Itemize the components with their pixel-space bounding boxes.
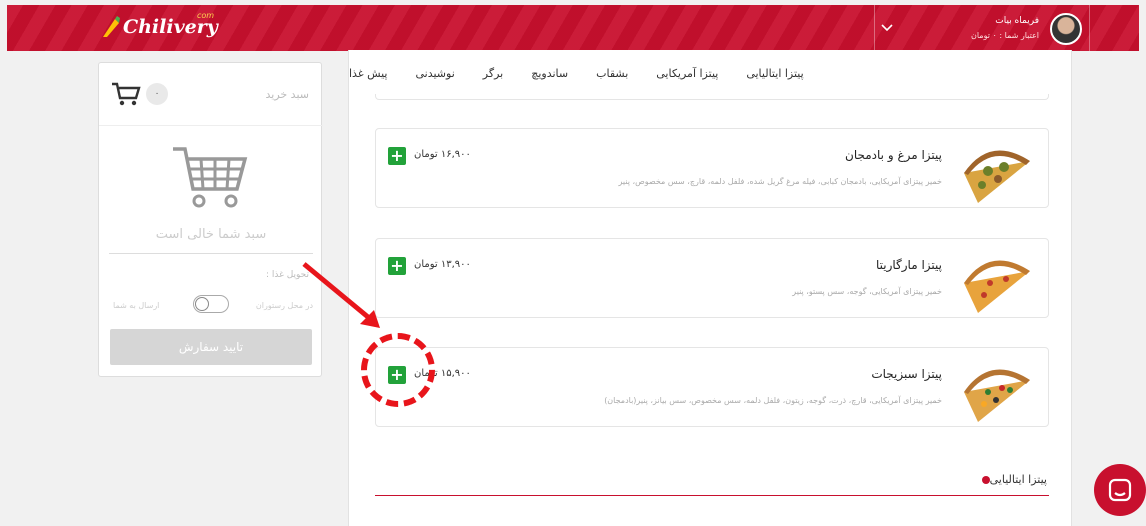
menu-panel: پیش غذا نوشیدنی برگر ساندویچ بشقاب پیتزا… <box>348 50 1072 526</box>
user-credit: اعتبار شما : ۰ تومان <box>970 31 1039 40</box>
logo-sup: com <box>197 11 215 20</box>
bullet-dot-icon <box>981 476 990 484</box>
delivery-toggle[interactable] <box>193 295 229 313</box>
menu-item-price: ۱۶,۹۰۰ تومان <box>414 149 471 160</box>
category-nav: پیش غذا نوشیدنی برگر ساندویچ بشقاب پیتزا… <box>349 50 1073 96</box>
menu-item-name: پیتزا مرغ و بادمجان <box>845 148 942 162</box>
nav-item-plate[interactable]: بشقاب <box>596 67 628 80</box>
nav-item-burger[interactable]: برگر <box>483 67 503 80</box>
top-header: Chilivery com فریماه بیات اعتبار شما : ۰… <box>7 5 1139 51</box>
menu-item-card: پیتزا سبزیجات خمیر پیتزای آمریکایی، قارچ… <box>375 347 1049 427</box>
toggle-knob <box>195 297 209 311</box>
cart-empty-message: سبد شما خالی است <box>155 227 267 242</box>
menu-item-desc: خمیر پیتزای آمریکایی، قارچ، ذرت، گوجه، ز… <box>604 396 942 405</box>
empty-cart-icon <box>173 147 248 208</box>
chili-logo-icon <box>103 16 120 37</box>
menu-item-desc: خمیر پیتزای آمریکایی، گوجه، سس پستو، پنی… <box>792 287 942 296</box>
divider <box>109 253 313 254</box>
chat-icon <box>1108 478 1132 502</box>
chat-button[interactable] <box>1094 464 1146 516</box>
add-to-cart-button[interactable]: + <box>388 147 406 165</box>
menu-item-name: پیتزا مارگاریتا <box>875 258 942 272</box>
menu-item-card: پیتزا مرغ و بادمجان خمیر پیتزای آمریکایی… <box>375 128 1049 208</box>
nav-item-drinks[interactable]: نوشیدنی <box>415 67 454 80</box>
cart-panel: ۰ سبد خرید سبد شما خالی است تحویل غذا : … <box>98 62 323 377</box>
nav-item-sandwich[interactable]: ساندویچ <box>531 67 568 80</box>
section-divider <box>375 495 1049 496</box>
add-to-cart-button[interactable]: + <box>388 257 406 275</box>
confirm-order-button[interactable]: تایید سفارش <box>110 329 312 365</box>
option-send-label: ارسال به شما <box>113 301 160 310</box>
cart-title: سبد خرید <box>265 88 309 101</box>
cart-icon[interactable] <box>111 81 141 107</box>
section-title-text: پیتزا ایتالیایی <box>989 473 1047 486</box>
pizza-image <box>964 150 1030 203</box>
menu-item-price: ۱۳,۹۰۰ تومان <box>414 259 471 270</box>
pizza-image <box>964 260 1030 313</box>
annotation-highlight-circle <box>361 333 435 407</box>
user-name[interactable]: فریماه بیات <box>995 16 1039 26</box>
logo[interactable]: Chilivery com <box>99 11 218 39</box>
header-divider <box>1089 5 1090 51</box>
section-heading: پیتزا ایتالیایی <box>974 473 1047 486</box>
pizza-image <box>964 369 1030 422</box>
menu-card-previous <box>375 94 1049 100</box>
nav-item-italian-pizza[interactable]: پیتزا ایتالیایی <box>746 67 803 80</box>
nav-item-appetizer[interactable]: پیش غذا <box>349 67 387 80</box>
header-divider <box>874 5 875 51</box>
annotation-arrow-icon <box>302 262 380 328</box>
divider <box>99 125 323 126</box>
nav-item-american-pizza[interactable]: پیتزا آمریکایی <box>656 67 718 80</box>
menu-item-desc: خمیر پیتزای آمریکایی، بادمجان کبابی، فیل… <box>618 177 942 186</box>
cart-count-badge: ۰ <box>146 83 168 105</box>
menu-item-card: پیتزا مارگاریتا خمیر پیتزای آمریکایی، گو… <box>375 238 1049 318</box>
chevron-down-icon[interactable] <box>877 17 897 37</box>
menu-item-name: پیتزا سبزیجات <box>871 367 942 381</box>
avatar[interactable] <box>1050 13 1082 45</box>
